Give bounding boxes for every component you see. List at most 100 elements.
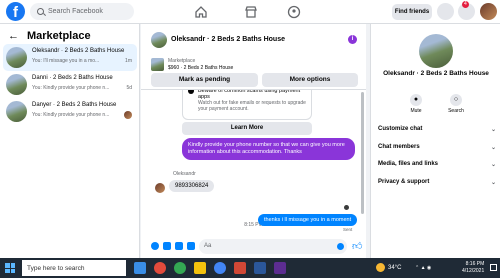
section-label: Customize chat: [378, 126, 423, 132]
listing-thumbnail: [6, 47, 27, 68]
message-composer: Aa 👍︎: [141, 236, 366, 258]
taskbar-search-placeholder: Type here to search: [27, 264, 85, 272]
chevron-down-icon: ⌄: [490, 145, 496, 151]
conversation-preview-text: You: I'll missage you in a mo...: [32, 58, 100, 64]
listing-price-title[interactable]: $960 · 2 Beds 2 Baths House: [168, 65, 233, 71]
listing-profile-photo[interactable]: [419, 34, 453, 68]
section-label: Media, files and links: [378, 161, 439, 167]
bell-icon: ●: [410, 94, 422, 106]
listing-thumbnail: [6, 74, 27, 95]
app-icon[interactable]: [234, 262, 246, 274]
sun-icon: [376, 263, 385, 272]
conversation-title: Oleksandr · 2 Beds 2 Baths House: [32, 48, 125, 54]
incoming-message: 9893306824: [169, 180, 215, 192]
clock-date: 4/12/2021: [462, 268, 485, 274]
facebook-search-input[interactable]: Search Facebook: [30, 3, 134, 20]
media-files-links-section[interactable]: Media, files and links ⌄: [378, 161, 496, 168]
conversation-title: Danyer · 2 Beds 2 Baths House: [32, 102, 117, 108]
emoji-icon[interactable]: [337, 243, 344, 250]
more-options-button[interactable]: More options: [262, 73, 358, 87]
chrome-profile-icon[interactable]: [174, 262, 186, 274]
marketplace-store-icon[interactable]: [244, 5, 258, 19]
listing-source-label: Marketplace: [168, 58, 196, 64]
marketplace-title: Marketplace: [27, 30, 91, 42]
seen-avatar: [124, 111, 132, 119]
listing-thumbnail: [6, 101, 27, 122]
find-friends-button[interactable]: Find friends: [392, 4, 432, 20]
app-icon[interactable]: [274, 262, 286, 274]
home-icon[interactable]: [194, 5, 208, 19]
outgoing-message: thenks i ll missage you in a moment: [258, 214, 358, 226]
search-label: Search: [448, 108, 464, 114]
conversation-item[interactable]: Oleksandr · 2 Beds 2 Baths House You: I'…: [3, 44, 137, 71]
action-center-icon[interactable]: [490, 264, 497, 271]
section-label: Chat members: [378, 144, 420, 150]
windows-start-icon[interactable]: [5, 263, 15, 273]
account-avatar[interactable]: [480, 3, 497, 20]
section-label: Privacy & support: [378, 179, 430, 185]
details-title: Oleksandr · 2 Beds 2 Baths House: [383, 70, 489, 77]
conversation-time: 5d: [126, 85, 132, 91]
warning-icon: [188, 90, 194, 94]
sent-status-label: Sent: [343, 227, 353, 232]
seen-indicator-avatar: [344, 205, 349, 210]
mute-label: Mute: [410, 108, 422, 114]
notice-title: Beware of common scams using payment app…: [198, 90, 301, 100]
file-explorer-icon[interactable]: [194, 262, 206, 274]
chevron-down-icon: ⌄: [490, 162, 496, 168]
chrome-icon[interactable]: [154, 262, 166, 274]
sender-avatar[interactable]: [155, 183, 165, 193]
thread-scrollbar[interactable]: [361, 92, 364, 214]
clock-time: 8:16 PM: [465, 261, 485, 267]
thumbs-up-icon[interactable]: 👍︎: [352, 240, 362, 252]
gif-icon[interactable]: [187, 242, 195, 250]
search-conversation-button[interactable]: ○ Search: [441, 94, 471, 114]
back-arrow-icon[interactable]: ←: [8, 30, 19, 42]
notice-body: Watch out for fake emails or requests to…: [198, 100, 306, 112]
conversation-preview: You: Kindly provide your phone n...: [32, 112, 132, 118]
marketplace-header: ← Marketplace: [8, 30, 91, 42]
weather-widget[interactable]: 34°C: [376, 263, 401, 272]
conversation-preview-text: You: Kindly provide your phone n...: [32, 112, 110, 118]
marketplace-inbox-panel: ← Marketplace Oleksandr · 2 Beds 2 Baths…: [0, 24, 140, 258]
notification-count-badge: 4: [462, 1, 469, 8]
task-view-icon[interactable]: [134, 262, 146, 274]
listing-image[interactable]: [151, 58, 164, 71]
top-navigation-bar: f Search Facebook Find friends 4: [0, 0, 500, 24]
conversation-item[interactable]: Danyer · 2 Beds 2 Baths House You: Kindl…: [3, 98, 137, 125]
menu-grid-icon[interactable]: [437, 3, 454, 20]
groups-icon[interactable]: [287, 5, 301, 19]
taskbar-clock[interactable]: 8:16 PM 4/12/2021: [462, 261, 484, 275]
conversation-details-panel: Oleksandr · 2 Beds 2 Baths House ● Mute …: [370, 24, 500, 258]
conversation-item[interactable]: Danni · 2 Beds 2 Baths House You: Kindly…: [3, 71, 137, 98]
mark-as-pending-button[interactable]: Mark as pending: [151, 73, 258, 87]
photo-icon[interactable]: [163, 242, 171, 250]
conversation-preview: You: I'll missage you in a mo... 1m: [32, 58, 132, 64]
search-icon: ○: [450, 94, 462, 106]
privacy-support-section[interactable]: Privacy & support ⌄: [378, 179, 496, 186]
browser-icon[interactable]: [214, 262, 226, 274]
temperature: 34°C: [388, 264, 402, 271]
message-input[interactable]: Aa: [199, 239, 347, 254]
chat-title[interactable]: Oleksandr · 2 Beds 2 Baths House: [171, 36, 285, 43]
conversation-preview: You: Kindly provide your phone n... 5d: [32, 85, 132, 91]
learn-more-button[interactable]: Learn More: [182, 122, 312, 135]
chevron-down-icon: ⌄: [490, 180, 496, 186]
chat-members-section[interactable]: Chat members ⌄: [378, 144, 496, 151]
customize-chat-section[interactable]: Customize chat ⌄: [378, 126, 496, 133]
search-icon: [37, 8, 44, 15]
scam-warning-notice: Beware of common scams using payment app…: [182, 90, 312, 120]
message-thread[interactable]: Beware of common scams using payment app…: [141, 90, 366, 233]
chat-listing-avatar[interactable]: [151, 32, 167, 48]
plus-icon[interactable]: [151, 242, 159, 250]
system-tray[interactable]: ⌃ ▲ ◉: [415, 265, 431, 271]
search-placeholder: Search Facebook: [48, 8, 103, 15]
sticker-icon[interactable]: [175, 242, 183, 250]
word-icon[interactable]: [254, 262, 266, 274]
taskbar-search-input[interactable]: Type here to search: [22, 260, 126, 276]
conversation-info-icon[interactable]: i: [348, 35, 357, 44]
facebook-logo-icon[interactable]: f: [6, 2, 25, 21]
conversation-title: Danni · 2 Beds 2 Baths House: [32, 75, 113, 81]
chevron-down-icon: ⌄: [490, 127, 496, 133]
mute-button[interactable]: ● Mute: [401, 94, 431, 114]
